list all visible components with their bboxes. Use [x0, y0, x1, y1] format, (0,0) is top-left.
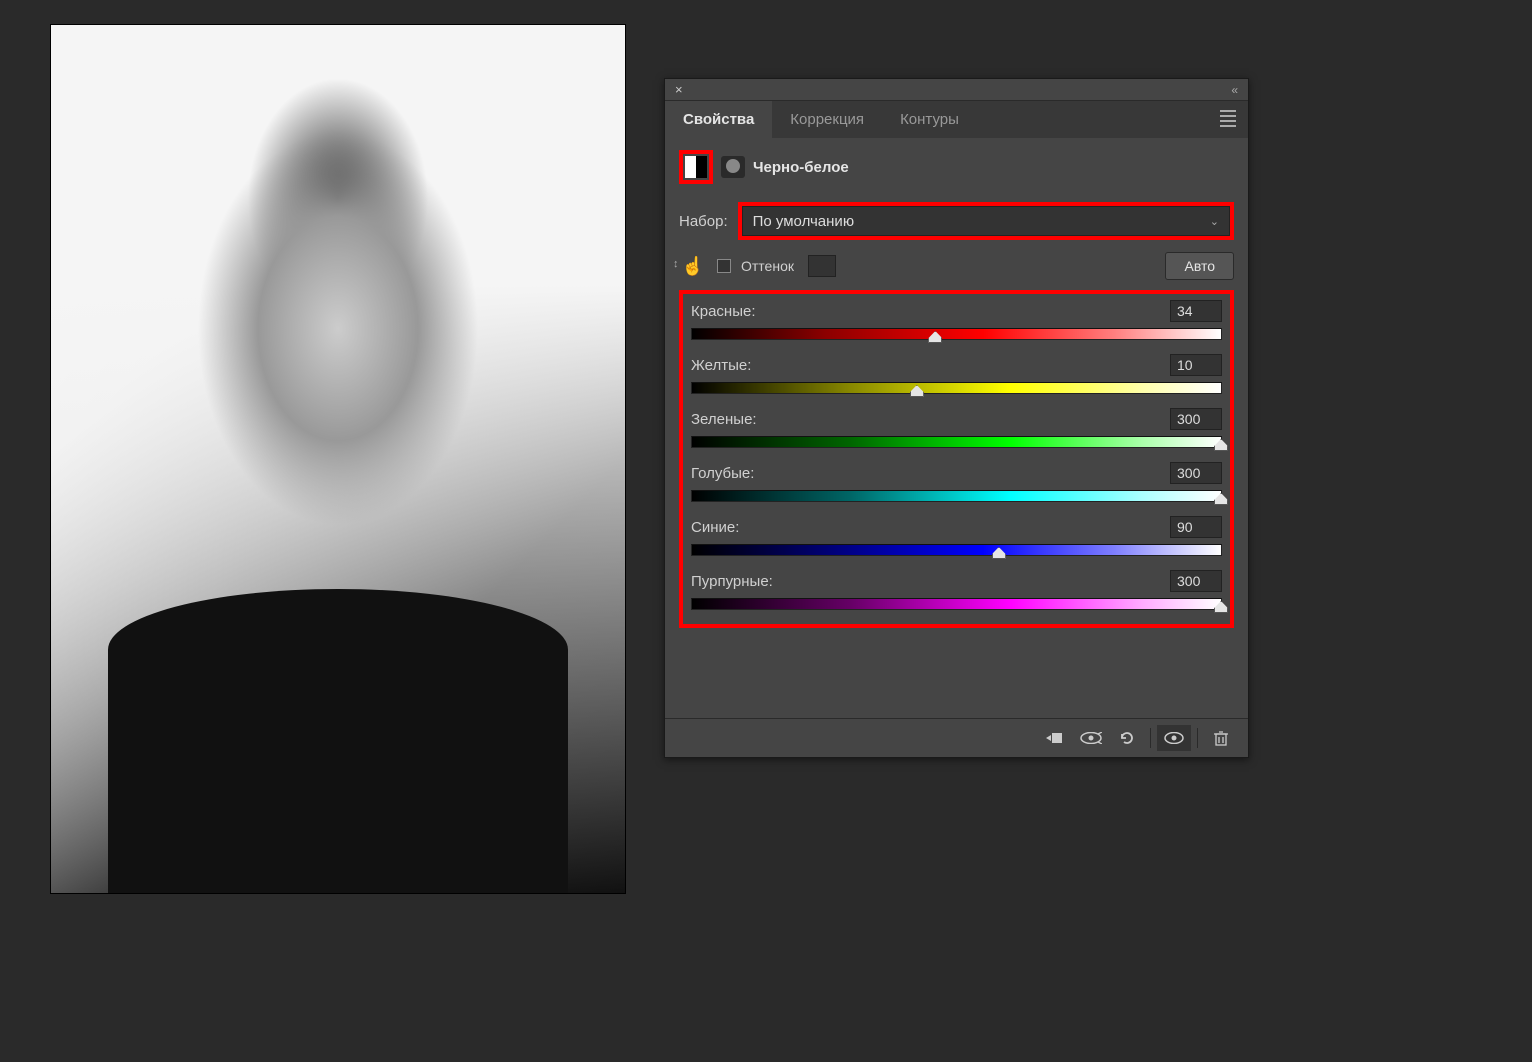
- slider-yellow: Желтые:: [691, 354, 1222, 394]
- black-white-icon[interactable]: [685, 156, 707, 178]
- separator: [1197, 728, 1198, 748]
- preset-label: Набор:: [679, 213, 728, 230]
- tint-label: Оттенок: [741, 258, 794, 274]
- slider-blue-value[interactable]: [1170, 516, 1222, 538]
- slider-red-label: Красные:: [691, 303, 756, 320]
- tab-paths[interactable]: Контуры: [882, 101, 977, 138]
- slider-yellow-label: Желтые:: [691, 357, 751, 374]
- slider-magenta-track[interactable]: [691, 598, 1222, 610]
- panel-menu-button[interactable]: [1208, 107, 1248, 133]
- panel-body: Черно-белое Набор: По умолчанию ⌄ ☝ Отте…: [665, 138, 1248, 638]
- slider-blue-track[interactable]: [691, 544, 1222, 556]
- slider-cyan-label: Голубые:: [691, 465, 754, 482]
- layer-mask-icon[interactable]: [721, 156, 745, 178]
- slider-magenta-label: Пурпурные:: [691, 573, 773, 590]
- slider-green-track[interactable]: [691, 436, 1222, 448]
- slider-yellow-value[interactable]: [1170, 354, 1222, 376]
- tabs-row: Свойства Коррекция Контуры: [665, 101, 1248, 138]
- reset-icon[interactable]: [1110, 725, 1144, 751]
- slider-red: Красные:: [691, 300, 1222, 340]
- tint-row: ☝ Оттенок Авто: [679, 252, 1234, 280]
- slider-magenta: Пурпурные:: [691, 570, 1222, 610]
- canvas-image[interactable]: [50, 24, 626, 894]
- close-icon[interactable]: ×: [671, 82, 687, 97]
- panel-header: × «: [665, 79, 1248, 101]
- slider-red-handle[interactable]: [928, 331, 942, 343]
- slider-red-value[interactable]: [1170, 300, 1222, 322]
- tab-adjustments[interactable]: Коррекция: [772, 101, 882, 138]
- tint-color-swatch[interactable]: [808, 255, 836, 277]
- hamburger-icon: [1220, 107, 1236, 130]
- slider-green-value[interactable]: [1170, 408, 1222, 430]
- delete-icon[interactable]: [1204, 725, 1238, 751]
- targeted-adjustment-icon[interactable]: ☝: [679, 256, 707, 277]
- adjustment-icon-highlight: [679, 150, 713, 184]
- preset-value: По умолчанию: [753, 213, 854, 230]
- clip-to-layer-icon[interactable]: [1038, 725, 1072, 751]
- slider-green: Зеленые:: [691, 408, 1222, 448]
- slider-green-handle[interactable]: [1214, 439, 1228, 451]
- slider-cyan-track[interactable]: [691, 490, 1222, 502]
- preset-row: Набор: По умолчанию ⌄: [679, 202, 1234, 240]
- tab-properties[interactable]: Свойства: [665, 101, 772, 138]
- preset-highlight: По умолчанию ⌄: [738, 202, 1234, 240]
- slider-cyan: Голубые:: [691, 462, 1222, 502]
- slider-cyan-value[interactable]: [1170, 462, 1222, 484]
- tint-checkbox[interactable]: [717, 259, 731, 273]
- view-previous-icon[interactable]: [1074, 725, 1108, 751]
- slider-yellow-track[interactable]: [691, 382, 1222, 394]
- chevron-down-icon: ⌄: [1210, 215, 1219, 228]
- separator: [1150, 728, 1151, 748]
- toggle-visibility-icon[interactable]: [1157, 725, 1191, 751]
- slider-yellow-handle[interactable]: [910, 385, 924, 397]
- slider-green-label: Зеленые:: [691, 411, 757, 428]
- panel-footer: [665, 718, 1248, 757]
- properties-panel: × « Свойства Коррекция Контуры Черно-бел…: [664, 78, 1249, 758]
- slider-blue-handle[interactable]: [992, 547, 1006, 559]
- slider-cyan-handle[interactable]: [1214, 493, 1228, 505]
- sliders-highlight: Красные: Желтые: Зеленые:: [679, 290, 1234, 628]
- adjustment-title-row: Черно-белое: [679, 150, 1234, 184]
- slider-magenta-value[interactable]: [1170, 570, 1222, 592]
- preset-select[interactable]: По умолчанию ⌄: [742, 206, 1230, 236]
- slider-magenta-handle[interactable]: [1214, 601, 1228, 613]
- collapse-icon[interactable]: «: [1227, 83, 1242, 97]
- slider-blue: Синие:: [691, 516, 1222, 556]
- adjustment-title: Черно-белое: [753, 159, 849, 176]
- slider-blue-label: Синие:: [691, 519, 739, 536]
- slider-red-track[interactable]: [691, 328, 1222, 340]
- auto-button[interactable]: Авто: [1165, 252, 1234, 280]
